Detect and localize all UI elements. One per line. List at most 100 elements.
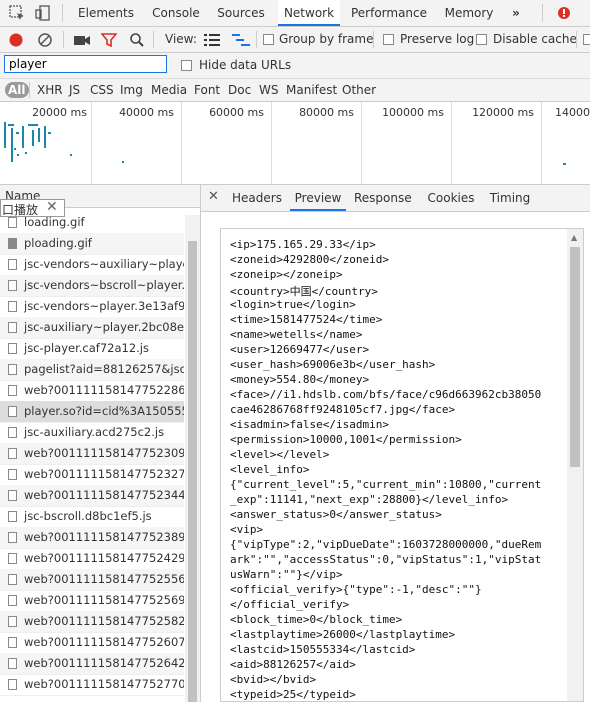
- timeline-bar: [70, 154, 72, 156]
- error-indicator-icon[interactable]: [556, 4, 574, 22]
- request-name: jsc-vendors~bscroll~player.7d: [24, 278, 184, 292]
- preview-line: ark":"","accessStatus":0,"vipStatus":1,"…: [230, 553, 542, 566]
- scroll-up-arrow-icon[interactable]: ▲: [571, 233, 577, 242]
- request-row[interactable]: jsc-bscroll.d8bc1ef5.js: [0, 506, 184, 528]
- type-filter-media[interactable]: Media: [151, 82, 187, 98]
- request-row[interactable]: web?0011111581477523895158: [0, 527, 184, 549]
- inspect-element-icon[interactable]: [8, 4, 26, 22]
- search-icon[interactable]: [129, 32, 145, 48]
- request-name: web?0011111581477526070158: [24, 635, 184, 649]
- timeline-bar: [11, 128, 13, 162]
- type-filter-manifest[interactable]: Manifest: [286, 82, 337, 98]
- device-toolbar-icon[interactable]: [34, 4, 52, 22]
- type-filter-css[interactable]: CSS: [90, 82, 114, 98]
- network-timeline-overview[interactable]: 20000 ms 40000 ms 60000 ms 80000 ms 1000…: [0, 102, 590, 185]
- request-row[interactable]: web?0011111581477523098158: [0, 443, 184, 465]
- request-row[interactable]: web?0011111581477524297158: [0, 548, 184, 570]
- clear-icon[interactable]: [37, 32, 53, 48]
- filter-bar: Hide data URLs: [0, 53, 590, 79]
- preview-line: {"vipType":2,"vipDueDate":1603728000000,…: [230, 538, 542, 551]
- tab-memory[interactable]: Memory: [438, 0, 500, 26]
- record-icon[interactable]: [8, 32, 24, 48]
- request-name: web?0011111581477525566158: [24, 572, 184, 586]
- tab-response[interactable]: Response: [354, 185, 412, 211]
- type-filter-ws[interactable]: WS: [259, 82, 278, 98]
- request-row[interactable]: jsc-vendors~auxiliary~player.6: [0, 254, 184, 276]
- type-filter-xhr[interactable]: XHR: [37, 82, 63, 98]
- type-filter-js[interactable]: JS: [69, 82, 80, 98]
- request-row[interactable]: web?0011111581477523273158: [0, 464, 184, 486]
- offline-checkbox[interactable]: [583, 34, 590, 45]
- request-row[interactable]: jsc-auxiliary.acd275c2.js: [0, 422, 184, 444]
- request-row[interactable]: web?0011111581477522867158: [0, 380, 184, 402]
- timeline-bar: [25, 152, 27, 154]
- request-row[interactable]: web?0011111581477527700158: [0, 674, 184, 696]
- tab-network[interactable]: Network: [278, 0, 340, 26]
- preview-line: {"current_level":5,"current_min":10800,"…: [230, 478, 542, 491]
- type-filter-img[interactable]: Img: [120, 82, 143, 98]
- preview-line: <user>12669477</user>: [230, 343, 370, 356]
- tab-performance[interactable]: Performance: [347, 0, 431, 26]
- tab-elements[interactable]: Elements: [71, 0, 141, 26]
- request-row[interactable]: jsc-vendors~bscroll~player.7d: [0, 275, 184, 297]
- file-icon: [8, 322, 17, 333]
- preview-scrollbar-thumb[interactable]: [570, 247, 580, 467]
- more-tabs-button[interactable]: »: [505, 0, 527, 26]
- type-filter-font[interactable]: Font: [194, 82, 220, 98]
- request-row[interactable]: pagelist?aid=88126257&jsonp.: [0, 359, 184, 381]
- close-icon[interactable]: ✕: [46, 199, 58, 215]
- request-name: jsc-auxiliary.acd275c2.js: [24, 425, 165, 439]
- request-row[interactable]: jsc-auxiliary~player.2bc08ef7.j: [0, 317, 184, 339]
- waterfall-overview-icon[interactable]: [232, 33, 250, 47]
- view-label: View:: [165, 32, 197, 46]
- tab-preview[interactable]: Preview: [290, 185, 346, 211]
- tab-cookies[interactable]: Cookies: [423, 185, 479, 211]
- request-row[interactable]: web?0011111581477526420158: [0, 653, 184, 675]
- timeline-tick: 80000 ms: [299, 106, 354, 119]
- request-name: jsc-vendors~auxiliary~player.6: [24, 257, 184, 271]
- tab-headers[interactable]: Headers: [229, 185, 285, 211]
- timeline-bar: [38, 128, 40, 142]
- type-filter-all[interactable]: All: [5, 82, 29, 98]
- scrollbar-thumb[interactable]: [188, 241, 197, 702]
- disable-cache-checkbox[interactable]: [476, 34, 487, 45]
- preview-content[interactable]: <ip>175.165.29.33</ip> <zoneid>4292800</z…: [220, 228, 584, 702]
- request-row[interactable]: web?0011111581477523447158: [0, 485, 184, 507]
- close-detail-icon[interactable]: ✕: [208, 189, 219, 204]
- timeline-bar: [44, 126, 46, 148]
- request-row[interactable]: jsc-vendors~player.3e13af91.js: [0, 296, 184, 318]
- tab-sources[interactable]: Sources: [211, 0, 271, 26]
- filter-input[interactable]: [4, 55, 167, 73]
- request-row[interactable]: jsc-player.caf72a12.js: [0, 338, 184, 360]
- preview-line: <lastplaytime>26000</lastplaytime>: [230, 628, 456, 641]
- timeline-bar: [22, 126, 24, 148]
- preserve-log-checkbox[interactable]: [383, 34, 394, 45]
- tooltip-text: 口播放: [2, 203, 39, 217]
- request-row[interactable]: ploading.gif: [0, 233, 184, 255]
- preview-line: <permission>10000,1001</permission>: [230, 433, 462, 446]
- tab-console[interactable]: Console: [147, 0, 205, 26]
- preview-line: <vip>: [230, 523, 264, 536]
- request-row[interactable]: web?0011111581477525699158: [0, 590, 184, 612]
- timeline-tick: 100000 ms: [382, 106, 444, 119]
- request-list-scrollbar[interactable]: [185, 215, 200, 702]
- type-filter-other[interactable]: Other: [342, 82, 376, 98]
- preview-line: cae46286768ff9248105cf7.jpg</face>: [230, 403, 456, 416]
- hide-data-urls-label: Hide data URLs: [199, 58, 292, 72]
- screenshot-camera-icon[interactable]: [73, 32, 91, 48]
- group-by-frame-checkbox[interactable]: [263, 34, 274, 45]
- filter-icon[interactable]: [100, 32, 118, 48]
- request-row[interactable]: web?0011111581477525821158: [0, 611, 184, 633]
- type-filter-doc[interactable]: Doc: [228, 82, 251, 98]
- file-icon: [8, 595, 17, 606]
- request-row[interactable]: player.so?id=cid%3A15055533: [0, 401, 184, 423]
- tab-timing[interactable]: Timing: [483, 185, 537, 211]
- request-name: jsc-vendors~player.3e13af91.js: [24, 299, 184, 313]
- large-rows-icon[interactable]: [204, 33, 220, 47]
- request-row[interactable]: web?0011111581477526070158: [0, 632, 184, 654]
- preview-scrollbar[interactable]: ▲: [567, 229, 583, 701]
- hide-data-urls-checkbox[interactable]: [181, 60, 192, 71]
- preview-line: <lastcid>150555334</lastcid>: [230, 643, 416, 656]
- request-row[interactable]: web?0011111581477525566158: [0, 569, 184, 591]
- devtools-tab-bar: Elements Console Sources Network Perform…: [0, 0, 590, 27]
